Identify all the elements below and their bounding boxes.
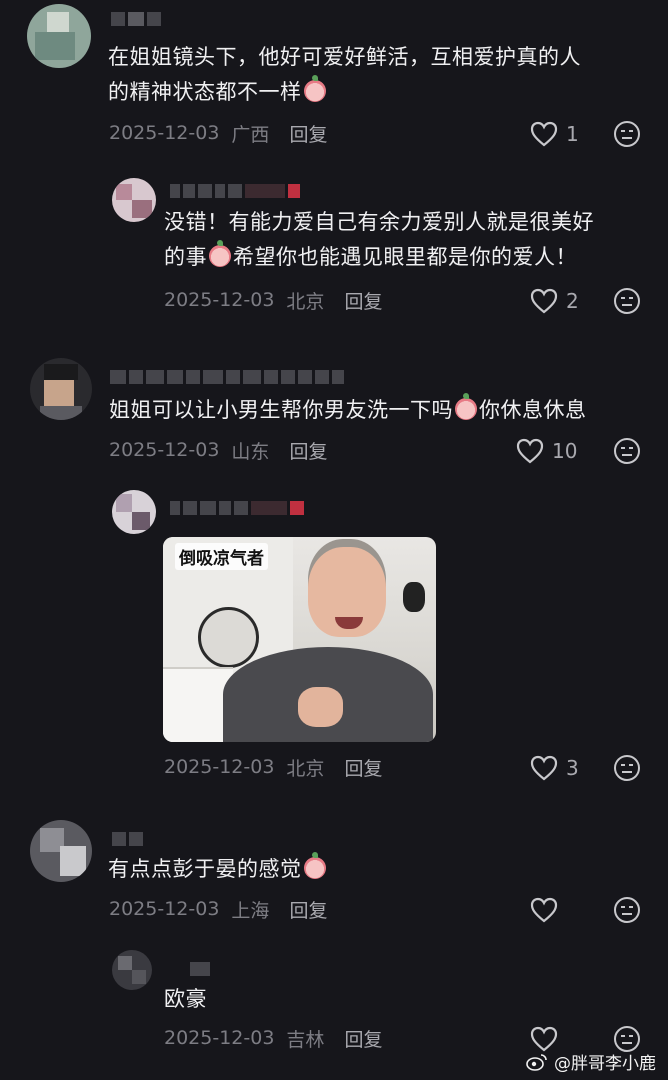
username-blurred[interactable] [170, 178, 300, 204]
comment-date: 2025-12-03 [164, 756, 275, 778]
comment-date: 2025-12-03 [164, 1027, 275, 1049]
reply-button[interactable]: 回复 [289, 437, 327, 464]
reply-button[interactable]: 回复 [289, 120, 327, 147]
like-button[interactable]: 3 [530, 753, 579, 783]
like-count: 1 [566, 122, 579, 146]
comment-meta: 2025-12-03 北京 回复 [164, 752, 382, 782]
neutral-face-icon [614, 288, 640, 314]
neutral-face-icon [614, 121, 640, 147]
comment-text: 没错！有能力爱自己有余力爱别人就是很美好 的事 希望你也能遇见眼里都是你的爱人！ [164, 210, 594, 269]
weibo-logo-icon [526, 1053, 547, 1071]
avatar[interactable] [30, 820, 92, 882]
comment-date: 2025-12-03 [164, 289, 275, 311]
neutral-face-icon [614, 755, 640, 781]
comment-meta: 2025-12-03 上海 回复 [109, 894, 327, 924]
comment-date: 2025-12-03 [109, 439, 220, 461]
dislike-button[interactable] [613, 754, 641, 782]
like-button[interactable]: 1 [530, 119, 579, 149]
reply-button[interactable]: 回复 [344, 1025, 382, 1052]
comment-location: 吉林 [286, 1028, 325, 1051]
avatar[interactable] [30, 358, 92, 420]
meme-headphones [403, 582, 425, 612]
comment-date: 2025-12-03 [109, 898, 220, 920]
comment-date: 2025-12-03 [109, 122, 220, 144]
like-button[interactable]: 10 [516, 436, 577, 466]
comment-location: 山东 [231, 440, 270, 463]
comment-meta: 2025-12-03 广西 回复 [109, 118, 327, 148]
reply-button[interactable]: 回复 [289, 896, 327, 923]
like-count: 10 [552, 439, 578, 463]
username-blurred[interactable] [110, 364, 344, 390]
comment-text: 姐姐可以让小男生帮你男友洗一下吗 你休息休息 [109, 393, 587, 422]
comment-location: 北京 [286, 290, 325, 313]
username-blurred[interactable] [111, 6, 161, 32]
reply-button[interactable]: 回复 [344, 754, 382, 781]
comment-location: 广西 [231, 123, 270, 146]
username-blurred[interactable] [190, 956, 210, 982]
like-button[interactable] [530, 895, 558, 925]
comment-location: 上海 [231, 899, 270, 922]
like-count: 3 [566, 756, 579, 780]
like-button[interactable]: 2 [530, 286, 579, 316]
avatar[interactable] [27, 4, 91, 68]
avatar[interactable] [112, 490, 156, 534]
reply-button[interactable]: 回复 [344, 287, 382, 314]
comment-text: 在姐姐镜头下，他好可爱好鲜活，互相爱护真的人 的精神状态都不一样 [108, 45, 581, 104]
meme-person-hand [298, 687, 343, 727]
neutral-face-icon [614, 897, 640, 923]
heart-outline-icon [530, 121, 558, 147]
peach-emoji-icon [303, 852, 326, 879]
dislike-button[interactable] [613, 120, 641, 148]
peach-emoji-icon [303, 75, 326, 102]
username-blurred[interactable] [170, 495, 304, 521]
comment-location: 北京 [286, 757, 325, 780]
heart-outline-icon [530, 897, 558, 923]
meme-image[interactable]: 倒吸凉气者 [163, 537, 436, 742]
watermark-text: @胖哥李小鹿 [554, 1054, 656, 1074]
weibo-watermark: @胖哥李小鹿 [526, 1049, 656, 1074]
comment-meta: 2025-12-03 山东 回复 [109, 435, 327, 465]
heart-outline-icon [516, 438, 544, 464]
comment-meta: 2025-12-03 吉林 回复 [164, 1023, 382, 1053]
comment-text: 有点点彭于晏的感觉 [108, 852, 628, 887]
meme-mirror [198, 607, 259, 668]
comment-meta: 2025-12-03 北京 回复 [164, 285, 382, 315]
comment-text: 欧豪 [164, 987, 207, 1011]
avatar[interactable] [112, 950, 152, 990]
peach-emoji-icon [209, 240, 231, 267]
dislike-button[interactable] [613, 896, 641, 924]
dislike-button[interactable] [613, 287, 641, 315]
neutral-face-icon [614, 438, 640, 464]
peach-emoji-icon [455, 393, 477, 420]
dislike-button[interactable] [613, 437, 641, 465]
avatar[interactable] [112, 178, 156, 222]
username-blurred[interactable] [112, 826, 143, 852]
heart-outline-icon [530, 755, 558, 781]
heart-outline-icon [530, 288, 558, 314]
meme-caption: 倒吸凉气者 [175, 543, 268, 570]
like-count: 2 [566, 289, 579, 313]
